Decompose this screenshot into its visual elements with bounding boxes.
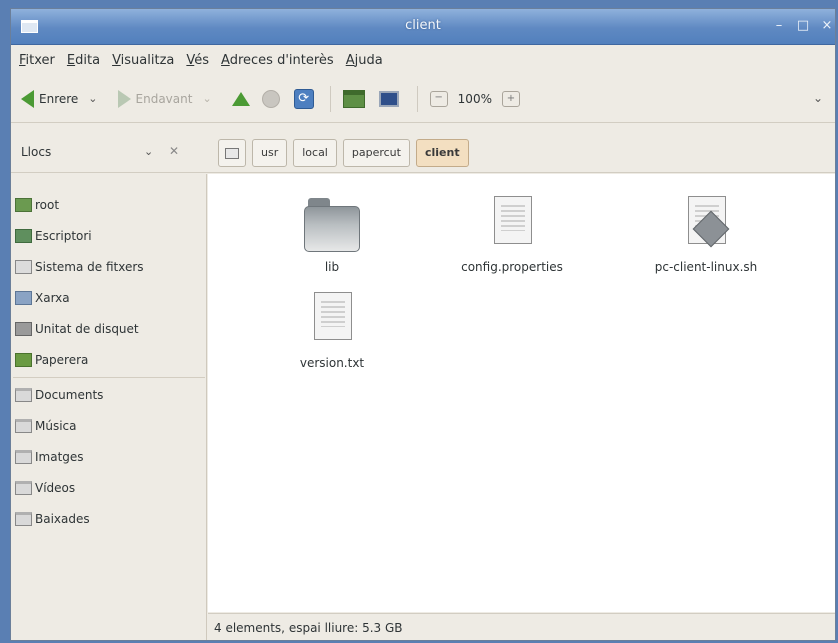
sidebar-item-label: Baixades	[35, 512, 90, 526]
side-pane-dropdown-icon[interactable]: ⌄	[144, 145, 153, 158]
close-button[interactable]: ×	[819, 19, 835, 33]
network-icon	[15, 291, 32, 305]
forward-history-dropdown[interactable]: ⌄	[202, 92, 211, 105]
computer-icon[interactable]	[378, 90, 399, 107]
trash-icon	[15, 353, 32, 367]
sidebar-item-label: Xarxa	[35, 291, 70, 305]
folder-icon	[15, 419, 32, 433]
crumb-client[interactable]: client	[415, 139, 469, 167]
menu-edit[interactable]: Edita	[67, 53, 100, 68]
side-pane-selector[interactable]: Llocs	[21, 145, 51, 159]
sidebar-item-trash[interactable]: Paperera	[15, 349, 88, 371]
toolbar: Enrere ⌄ Endavant ⌄ ⟳ − 100% + ⌄	[11, 75, 835, 123]
file-manager-window: client – □ × Fitxer Edita Visualitza Vés…	[10, 8, 836, 641]
back-button[interactable]: Enrere ⌄	[21, 89, 98, 108]
folder-icon	[15, 450, 32, 464]
file-item-version-txt[interactable]: version.txt	[252, 292, 412, 370]
folder-icon	[15, 388, 32, 402]
menu-bookmarks[interactable]: Adreces d'interès	[221, 53, 334, 68]
sidebar-item-network[interactable]: Xarxa	[15, 287, 70, 309]
sidebar-item-label: Documents	[35, 388, 104, 402]
file-item-config-properties[interactable]: config.properties	[432, 196, 592, 274]
location-bar: Llocs ⌄ ✕ usr local papercut client	[11, 133, 835, 173]
stop-icon[interactable]	[261, 89, 280, 108]
sidebar-item-music[interactable]: Música	[15, 415, 77, 437]
menu-bar: Fitxer Edita Visualitza Vés Adreces d'in…	[11, 45, 835, 75]
file-item-lib[interactable]: lib	[252, 196, 412, 274]
sidebar-item-label: Unitat de disquet	[35, 322, 139, 336]
floppy-icon	[15, 322, 32, 336]
sidebar-item-label: Imatges	[35, 450, 84, 464]
crumb-papercut[interactable]: papercut	[342, 139, 410, 167]
sidebar-item-videos[interactable]: Vídeos	[15, 477, 75, 499]
file-view[interactable]: lib config.properties pc-client-linux.sh…	[208, 174, 835, 612]
sidebar-item-root[interactable]: root	[15, 194, 59, 216]
menu-go[interactable]: Vés	[186, 53, 209, 68]
sidebar-item-floppy[interactable]: Unitat de disquet	[15, 318, 139, 340]
sidebar-item-desktop[interactable]: Escriptori	[15, 225, 92, 247]
file-item-pc-client-linux-sh[interactable]: pc-client-linux.sh	[626, 196, 786, 274]
script-file-icon	[678, 196, 734, 254]
back-label: Enrere	[39, 91, 79, 106]
reload-icon[interactable]: ⟳	[293, 88, 314, 109]
forward-label: Endavant	[135, 91, 193, 106]
sidebar-item-label: Vídeos	[35, 481, 76, 495]
places-sidebar: root Escriptori Sistema de fitxers Xarxa…	[11, 174, 207, 640]
back-history-dropdown[interactable]: ⌄	[88, 92, 97, 105]
file-name: pc-client-linux.sh	[654, 260, 758, 274]
zoom-out-icon[interactable]: −	[429, 90, 448, 107]
toolbar-separator	[329, 85, 331, 112]
file-name: config.properties	[461, 260, 563, 274]
status-bar: 4 elements, espai lliure: 5.3 GB	[208, 613, 835, 640]
forward-button[interactable]: Endavant ⌄	[117, 89, 212, 108]
sidebar-item-label: Música	[35, 419, 77, 433]
sidebar-item-filesystem[interactable]: Sistema de fitxers	[15, 256, 144, 278]
go-up-icon[interactable]	[231, 91, 250, 106]
sidebar-item-documents[interactable]: Documents	[15, 384, 103, 406]
minimize-button[interactable]: –	[771, 19, 787, 33]
file-name: lib	[324, 260, 340, 274]
file-name: version.txt	[299, 356, 365, 370]
text-file-icon	[484, 196, 540, 254]
folder-icon	[15, 481, 32, 495]
menu-file[interactable]: Fitxer	[19, 53, 55, 68]
crumb-local[interactable]: local	[293, 139, 337, 167]
menu-help[interactable]: Ajuda	[346, 53, 383, 68]
desktop-icon	[15, 229, 32, 243]
sidebar-separator	[13, 377, 205, 378]
sidebar-item-label: root	[35, 198, 60, 212]
sidebar-item-label: Escriptori	[35, 229, 92, 243]
sidebar-item-downloads[interactable]: Baixades	[15, 508, 90, 530]
drive-icon	[225, 147, 239, 159]
toolbar-overflow-chevron-icon[interactable]: ⌄	[813, 91, 823, 105]
sidebar-item-pictures[interactable]: Imatges	[15, 446, 84, 468]
home-icon[interactable]	[342, 89, 365, 108]
folder-icon	[15, 512, 32, 526]
breadcrumb: usr local papercut client	[218, 139, 475, 167]
maximize-button[interactable]: □	[795, 19, 811, 33]
text-file-icon	[304, 292, 360, 350]
go-forward-icon	[117, 89, 131, 108]
window-title: client	[405, 18, 441, 33]
toolbar-separator	[416, 85, 418, 112]
zoom-level[interactable]: 100%	[458, 92, 492, 106]
menu-view[interactable]: Visualitza	[112, 53, 174, 68]
folder-icon	[304, 196, 360, 254]
sidebar-item-label: Sistema de fitxers	[35, 260, 144, 274]
go-back-icon	[21, 89, 34, 108]
home-folder-icon	[15, 198, 32, 212]
drive-icon	[15, 260, 32, 274]
title-bar[interactable]: client – □ ×	[11, 9, 835, 45]
zoom-in-icon[interactable]: +	[501, 90, 520, 107]
sidebar-item-label: Paperera	[35, 353, 89, 367]
crumb-filesystem-root[interactable]	[218, 139, 246, 167]
close-side-pane-icon[interactable]: ✕	[169, 144, 179, 158]
crumb-usr[interactable]: usr	[252, 139, 288, 167]
